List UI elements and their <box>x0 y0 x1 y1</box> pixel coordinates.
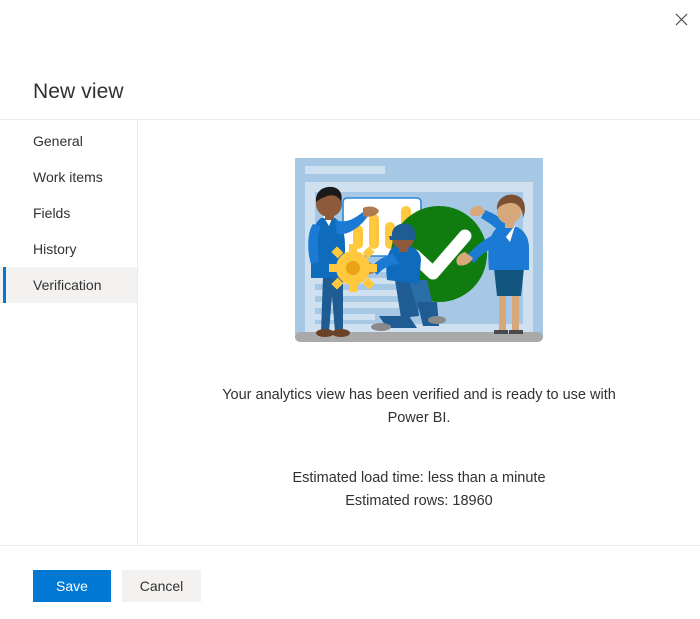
sidebar-item-label: History <box>33 241 77 257</box>
sidebar-item-label: Fields <box>33 205 71 221</box>
dialog-footer: Save Cancel <box>0 546 700 619</box>
close-icon[interactable] <box>665 4 697 34</box>
sidebar-item-label: Work items <box>33 169 103 185</box>
verification-content: Your analytics view has been verified an… <box>138 120 700 545</box>
verification-message: Your analytics view has been verified an… <box>222 387 616 426</box>
sidebar-item-fields[interactable]: Fields <box>0 195 137 231</box>
sidebar-nav: General Work items Fields History Verifi… <box>0 120 137 545</box>
page-title: New view <box>33 80 124 103</box>
estimates-block: Estimated load time: less than a minute … <box>292 467 545 513</box>
estimated-load-time: Estimated load time: less than a minute <box>292 469 546 486</box>
cancel-button[interactable]: Cancel <box>122 570 201 602</box>
sidebar-item-general[interactable]: General <box>0 123 137 159</box>
sidebar-item-history[interactable]: History <box>0 231 137 267</box>
sidebar-item-verification[interactable]: Verification <box>0 267 137 303</box>
new-view-panel: New view General Work items Fields Histo… <box>0 0 700 619</box>
analytics-verified-illustration <box>295 158 543 342</box>
save-button[interactable]: Save <box>33 570 111 602</box>
sidebar-item-work-items[interactable]: Work items <box>0 159 137 195</box>
sidebar-item-label: Verification <box>33 277 102 293</box>
sidebar-item-label: General <box>33 133 83 149</box>
estimated-rows: Estimated rows: 18960 <box>345 492 493 509</box>
